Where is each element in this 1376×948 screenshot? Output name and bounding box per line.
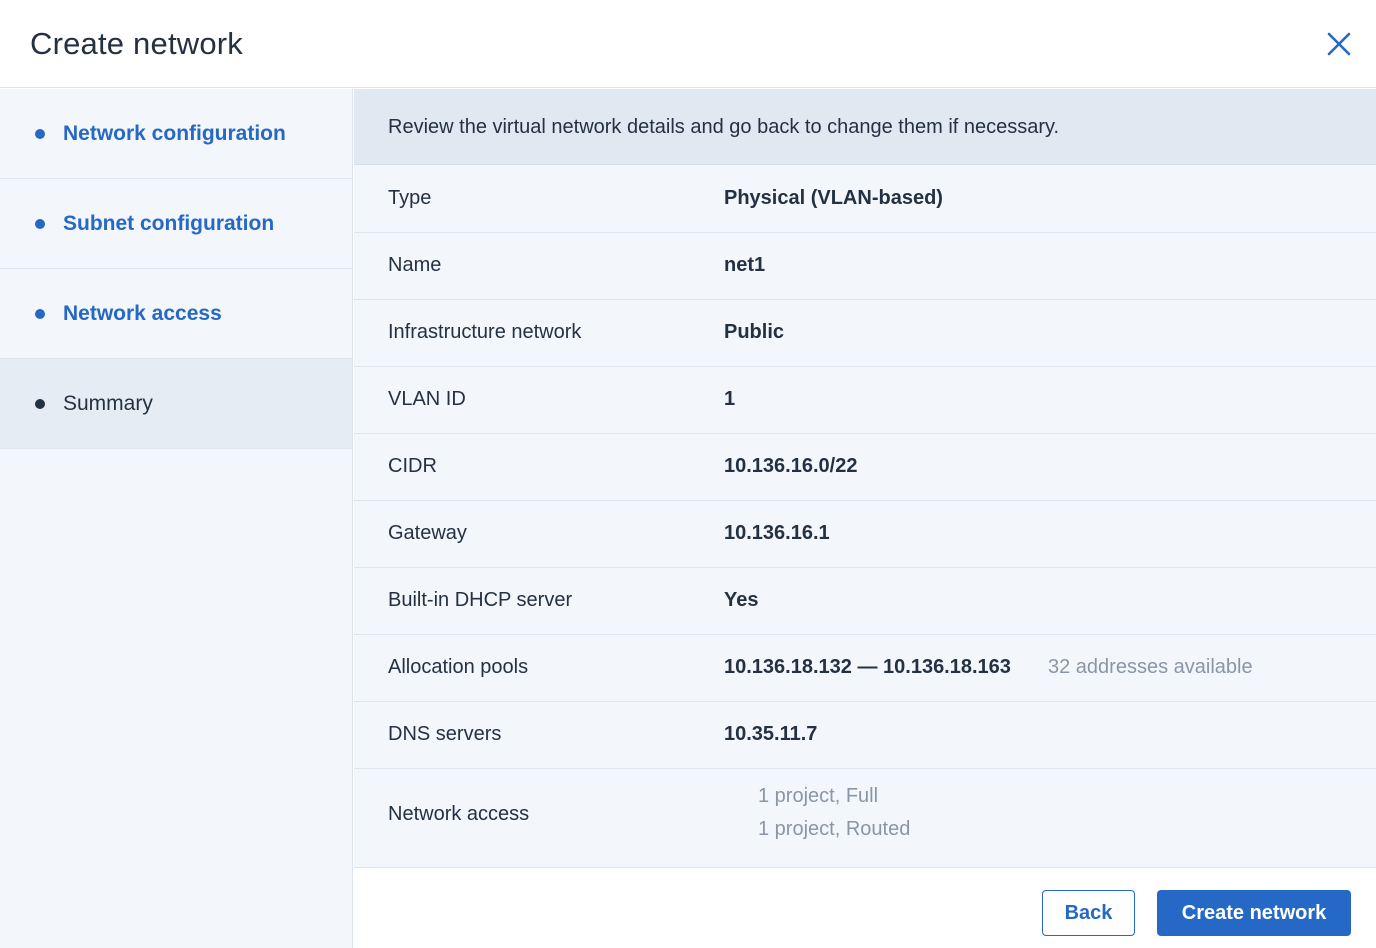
summary-row-dhcp: Built-in DHCP server Yes bbox=[354, 568, 1376, 635]
row-value: Physical (VLAN-based) bbox=[724, 187, 943, 209]
step-subnet-configuration[interactable]: Subnet configuration bbox=[0, 179, 352, 269]
info-banner-text: Review the virtual network details and g… bbox=[388, 116, 1060, 138]
summary-list: Type Physical (VLAN-based) Name net1 Inf… bbox=[354, 166, 1376, 855]
row-key: Allocation pools bbox=[388, 656, 529, 678]
summary-row-name: Name net1 bbox=[354, 233, 1376, 300]
summary-row-network-access: Network access 1 project, Full 1 project… bbox=[354, 769, 1376, 855]
row-key: Infrastructure network bbox=[388, 321, 582, 343]
summary-row-dns-servers: DNS servers 10.35.11.7 bbox=[354, 702, 1376, 769]
row-value: 10.136.16.0/22 bbox=[724, 455, 858, 477]
addresses-available-note: 32 addresses available bbox=[1048, 656, 1253, 678]
row-key: Built-in DHCP server bbox=[388, 589, 573, 611]
summary-panel: Review the virtual network details and g… bbox=[354, 89, 1376, 867]
step-summary[interactable]: Summary bbox=[0, 359, 352, 449]
row-key: DNS servers bbox=[388, 723, 502, 745]
create-network-button[interactable]: Create network bbox=[1157, 890, 1351, 936]
row-value: 10.35.11.7 bbox=[724, 723, 818, 745]
step-label: Summary bbox=[63, 392, 153, 415]
step-bullet-icon bbox=[35, 129, 45, 139]
row-value: Yes bbox=[724, 589, 759, 611]
dialog-header: Create network bbox=[0, 0, 1376, 88]
summary-row-gateway: Gateway 10.136.16.1 bbox=[354, 501, 1376, 568]
row-key: Type bbox=[388, 187, 432, 209]
step-network-configuration[interactable]: Network configuration bbox=[0, 89, 352, 179]
step-label: Network configuration bbox=[63, 122, 286, 145]
wizard-steps-sidebar: Network configuration Subnet configurati… bbox=[0, 89, 353, 948]
summary-row-type: Type Physical (VLAN-based) bbox=[354, 166, 1376, 233]
row-value: net1 bbox=[724, 254, 766, 276]
row-value: 10.136.18.132 — 10.136.18.163 bbox=[724, 656, 1011, 678]
row-key: Gateway bbox=[388, 522, 467, 544]
dialog-title: Create network bbox=[30, 26, 244, 61]
close-icon[interactable] bbox=[1320, 25, 1358, 63]
summary-row-vlan-id: VLAN ID 1 bbox=[354, 367, 1376, 434]
row-value: 1 bbox=[724, 388, 736, 410]
step-label: Network access bbox=[63, 302, 222, 325]
network-access-entry: 1 project, Full bbox=[758, 785, 879, 807]
step-label: Subnet configuration bbox=[63, 212, 275, 235]
summary-row-infrastructure-network: Infrastructure network Public bbox=[354, 300, 1376, 367]
back-button[interactable]: Back bbox=[1042, 890, 1135, 936]
create-network-dialog: Create network Network configuration Sub… bbox=[0, 0, 1376, 948]
info-banner: Review the virtual network details and g… bbox=[354, 89, 1376, 165]
step-bullet-icon bbox=[35, 399, 45, 409]
row-key: CIDR bbox=[388, 455, 437, 477]
step-bullet-icon bbox=[35, 309, 45, 319]
row-key: VLAN ID bbox=[388, 388, 466, 410]
row-value: 10.136.16.1 bbox=[724, 522, 830, 544]
network-access-entry: 1 project, Routed bbox=[758, 818, 911, 840]
step-network-access[interactable]: Network access bbox=[0, 269, 352, 359]
summary-row-cidr: CIDR 10.136.16.0/22 bbox=[354, 434, 1376, 501]
row-value: Public bbox=[724, 321, 785, 343]
step-bullet-icon bbox=[35, 219, 45, 229]
row-key: Name bbox=[388, 254, 442, 276]
summary-row-allocation-pools: Allocation pools 10.136.18.132 — 10.136.… bbox=[354, 635, 1376, 702]
row-key: Network access bbox=[388, 803, 530, 825]
dialog-footer: Back Create network bbox=[354, 867, 1376, 948]
